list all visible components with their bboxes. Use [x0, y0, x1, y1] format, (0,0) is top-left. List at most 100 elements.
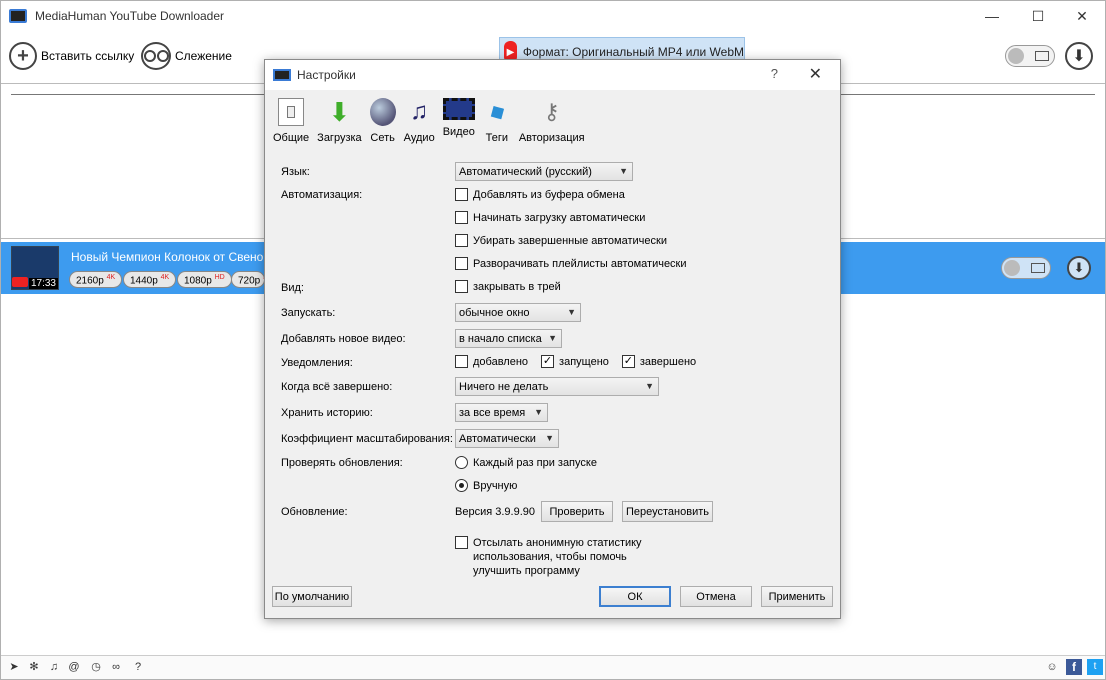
paste-link-button[interactable]: + Вставить ссылку: [9, 39, 134, 73]
language-value: Автоматический (русский): [459, 165, 592, 178]
launch-value: обычное окно: [459, 306, 530, 319]
launch-select[interactable]: обычное окно ▼: [455, 303, 581, 322]
option-label: закрывать в трей: [473, 280, 561, 293]
reinstall-button[interactable]: Переустановить: [622, 501, 713, 522]
apply-button[interactable]: Применить: [761, 586, 833, 607]
mode-toggle[interactable]: [1005, 45, 1055, 67]
checkbox[interactable]: [455, 280, 468, 293]
auto-remove-option[interactable]: Убирать завершенные автоматически: [455, 234, 667, 247]
cancel-button[interactable]: Отмена: [680, 586, 752, 607]
quality-label: 1080p: [184, 275, 212, 287]
update-each-launch-option[interactable]: Каждый раз при запуске: [455, 456, 597, 469]
update-manual-option[interactable]: Вручную: [455, 479, 517, 492]
youtube-icon: [12, 277, 28, 287]
quality-badge[interactable]: 720p HD: [231, 271, 265, 288]
auto-start-option[interactable]: Начинать загрузку автоматически: [455, 211, 645, 224]
option-label: Разворачивать плейлисты автоматически: [473, 257, 687, 270]
notif-started-label: запущено: [559, 355, 609, 368]
globe-icon: [369, 98, 396, 126]
clock-icon[interactable]: ◷: [89, 660, 103, 674]
notif-finished-checkbox[interactable]: ✓: [621, 355, 635, 368]
when-done-select[interactable]: Ничего не делать ▼: [455, 377, 659, 396]
checkbox[interactable]: [455, 257, 468, 270]
dialog-title-bar: Настройки ? ✕: [265, 60, 840, 90]
twitter-icon[interactable]: t: [1087, 659, 1103, 675]
app-title: MediaHuman YouTube Downloader: [35, 9, 225, 23]
notif-added-label: добавлено: [473, 355, 529, 368]
quality-label: 1440p: [130, 275, 158, 287]
tab-tags[interactable]: ◆ Теги: [483, 98, 511, 150]
history-select[interactable]: за все время ▼: [455, 403, 548, 422]
dialog-help-button[interactable]: ?: [771, 66, 778, 81]
download-arrow-icon: ⬇: [1073, 260, 1085, 275]
music-note-icon[interactable]: ♫: [47, 660, 61, 674]
ok-button[interactable]: ОК: [599, 586, 671, 607]
facebook-icon[interactable]: f: [1066, 659, 1082, 675]
language-select[interactable]: Автоматический (русский) ▼: [455, 162, 633, 181]
defaults-button[interactable]: По умолчанию: [272, 586, 352, 607]
music-note-icon: ♫: [410, 98, 429, 125]
tab-label: Загрузка: [317, 132, 362, 144]
option-label: Добавлять из буфера обмена: [473, 188, 625, 201]
automation-label: Автоматизация:: [281, 189, 363, 201]
close-button[interactable]: ✕: [1059, 1, 1105, 31]
community-icon[interactable]: ☺: [1045, 660, 1059, 674]
scale-label: Коэффициент масштабирования:: [281, 433, 453, 445]
tab-network[interactable]: Сеть: [369, 98, 396, 150]
checkbox[interactable]: [455, 188, 468, 201]
dialog-close-button[interactable]: ✕: [809, 64, 822, 84]
tab-download[interactable]: ⬇ Загрузка: [317, 98, 361, 150]
toggle-knob: [1008, 48, 1024, 64]
scale-value: Автоматически: [459, 432, 536, 445]
send-icon[interactable]: ➤: [7, 660, 21, 674]
send-stats-option[interactable]: Отсылать анонимную статистику использова…: [455, 536, 642, 578]
radio-button[interactable]: [455, 479, 468, 492]
film-icon: [442, 98, 475, 120]
updates-label: Проверять обновления:: [281, 457, 403, 469]
general-icon: [278, 98, 305, 126]
launch-label: Запускать:: [281, 307, 336, 319]
when-done-label: Когда всё завершено:: [281, 381, 393, 393]
checkbox[interactable]: [455, 536, 468, 549]
item-mode-toggle[interactable]: [1001, 257, 1051, 279]
plus-icon: +: [9, 42, 37, 70]
scale-select[interactable]: Автоматически ▼: [455, 429, 559, 448]
minimize-button[interactable]: —: [969, 1, 1015, 31]
snail-icon[interactable]: @: [67, 660, 81, 674]
checkbox[interactable]: [455, 234, 468, 247]
check-update-button[interactable]: Проверить: [541, 501, 613, 522]
title-bar: MediaHuman YouTube Downloader — ☐ ✕: [1, 1, 1105, 31]
radio-button[interactable]: [455, 456, 468, 469]
toggle-knob: [1004, 260, 1020, 276]
binoculars-icon[interactable]: ∞: [109, 660, 123, 674]
stats-line-2: использования, чтобы помочь: [473, 551, 627, 563]
checkbox[interactable]: [455, 211, 468, 224]
notif-added-checkbox[interactable]: [455, 355, 468, 368]
tab-video[interactable]: Видео: [443, 98, 475, 150]
maximize-button[interactable]: ☐: [1015, 1, 1061, 31]
auto-clipboard-option[interactable]: Добавлять из буфера обмена: [455, 188, 625, 201]
help-icon[interactable]: ?: [131, 660, 145, 674]
tab-general[interactable]: Общие: [273, 98, 309, 150]
close-to-tray-option[interactable]: закрывать в трей: [455, 280, 561, 293]
quality-label: 2160p: [76, 275, 104, 287]
quality-badge[interactable]: 1440p 4K: [123, 271, 177, 288]
tab-audio[interactable]: ♫ Аудио: [404, 98, 435, 150]
video-thumbnail: 17:33: [11, 246, 59, 290]
gear-icon[interactable]: ✻: [27, 660, 41, 674]
tab-authorization[interactable]: ⚷ Авторизация: [519, 98, 585, 150]
download-all-button[interactable]: ⬇: [1065, 42, 1093, 70]
item-download-button[interactable]: ⬇: [1067, 256, 1091, 280]
add-new-label: Добавлять новое видео:: [281, 333, 406, 345]
tracking-button[interactable]: Слежение: [141, 39, 232, 73]
add-new-select[interactable]: в начало списка ▼: [455, 329, 562, 348]
chevron-down-icon: ▼: [534, 407, 543, 417]
video-screen-icon: [1031, 263, 1045, 273]
version-text: Версия 3.9.9.90: [455, 506, 535, 518]
quality-badge[interactable]: 1080p HD: [177, 271, 232, 288]
quality-badge[interactable]: 2160p 4K: [69, 271, 123, 288]
video-screen-icon: [1035, 51, 1049, 61]
notif-started-checkbox[interactable]: ✓: [541, 355, 555, 368]
option-label: Начинать загрузку автоматически: [473, 211, 646, 224]
auto-expand-playlists-option[interactable]: Разворачивать плейлисты автоматически: [455, 257, 687, 270]
